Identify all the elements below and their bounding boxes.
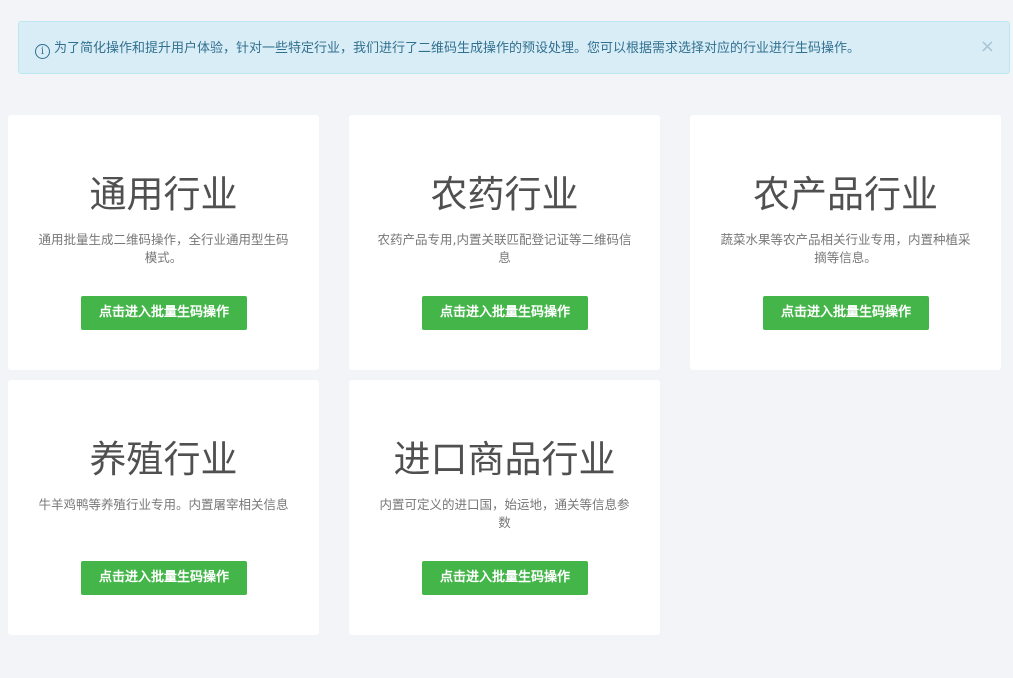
batch-generate-button[interactable]: 点击进入批量生码操作	[81, 296, 247, 330]
batch-generate-button[interactable]: 点击进入批量生码操作	[763, 296, 929, 330]
card-description: 农药产品专用,内置关联匹配登记证等二维码信息	[377, 232, 632, 265]
card-description: 内置可定义的进口国，始运地，通关等信息参数	[379, 497, 630, 530]
card-title: 通用行业	[89, 173, 238, 216]
card-title: 养殖行业	[89, 438, 238, 481]
card-description: 蔬菜水果等农产品相关行业专用，内置种植采摘等信息。	[720, 232, 971, 265]
notice-alert: i 为了简化操作和提升用户体验，针对一些特定行业，我们进行了二维码生成操作的预设处…	[18, 21, 1010, 74]
batch-generate-button[interactable]: 点击进入批量生码操作	[81, 561, 247, 595]
industry-card-general: 通用行业 通用批量生成二维码操作，全行业通用型生码模式。 点击进入批量生码操作	[8, 115, 319, 370]
notice-text: 为了简化操作和提升用户体验，针对一些特定行业，我们进行了二维码生成操作的预设处理…	[54, 41, 861, 56]
card-description: 牛羊鸡鸭等养殖行业专用。内置屠宰相关信息	[38, 497, 289, 512]
batch-generate-button[interactable]: 点击进入批量生码操作	[422, 296, 588, 330]
batch-generate-button[interactable]: 点击进入批量生码操作	[422, 561, 588, 595]
card-description: 通用批量生成二维码操作，全行业通用型生码模式。	[38, 232, 289, 265]
industry-card-agricultural-products: 农产品行业 蔬菜水果等农产品相关行业专用，内置种植采摘等信息。 点击进入批量生码…	[690, 115, 1001, 370]
card-title: 农产品行业	[753, 173, 938, 216]
close-icon[interactable]: ×	[980, 22, 995, 72]
card-title: 进口商品行业	[393, 438, 616, 481]
industry-card-pesticide: 农药行业 农药产品专用,内置关联匹配登记证等二维码信息 点击进入批量生码操作	[349, 115, 660, 370]
card-title: 农药行业	[430, 173, 579, 216]
info-icon: i	[35, 44, 50, 59]
industry-card-imported-goods: 进口商品行业 内置可定义的进口国，始运地，通关等信息参数 点击进入批量生码操作	[349, 380, 660, 635]
industry-card-breeding: 养殖行业 牛羊鸡鸭等养殖行业专用。内置屠宰相关信息 点击进入批量生码操作	[8, 380, 319, 635]
